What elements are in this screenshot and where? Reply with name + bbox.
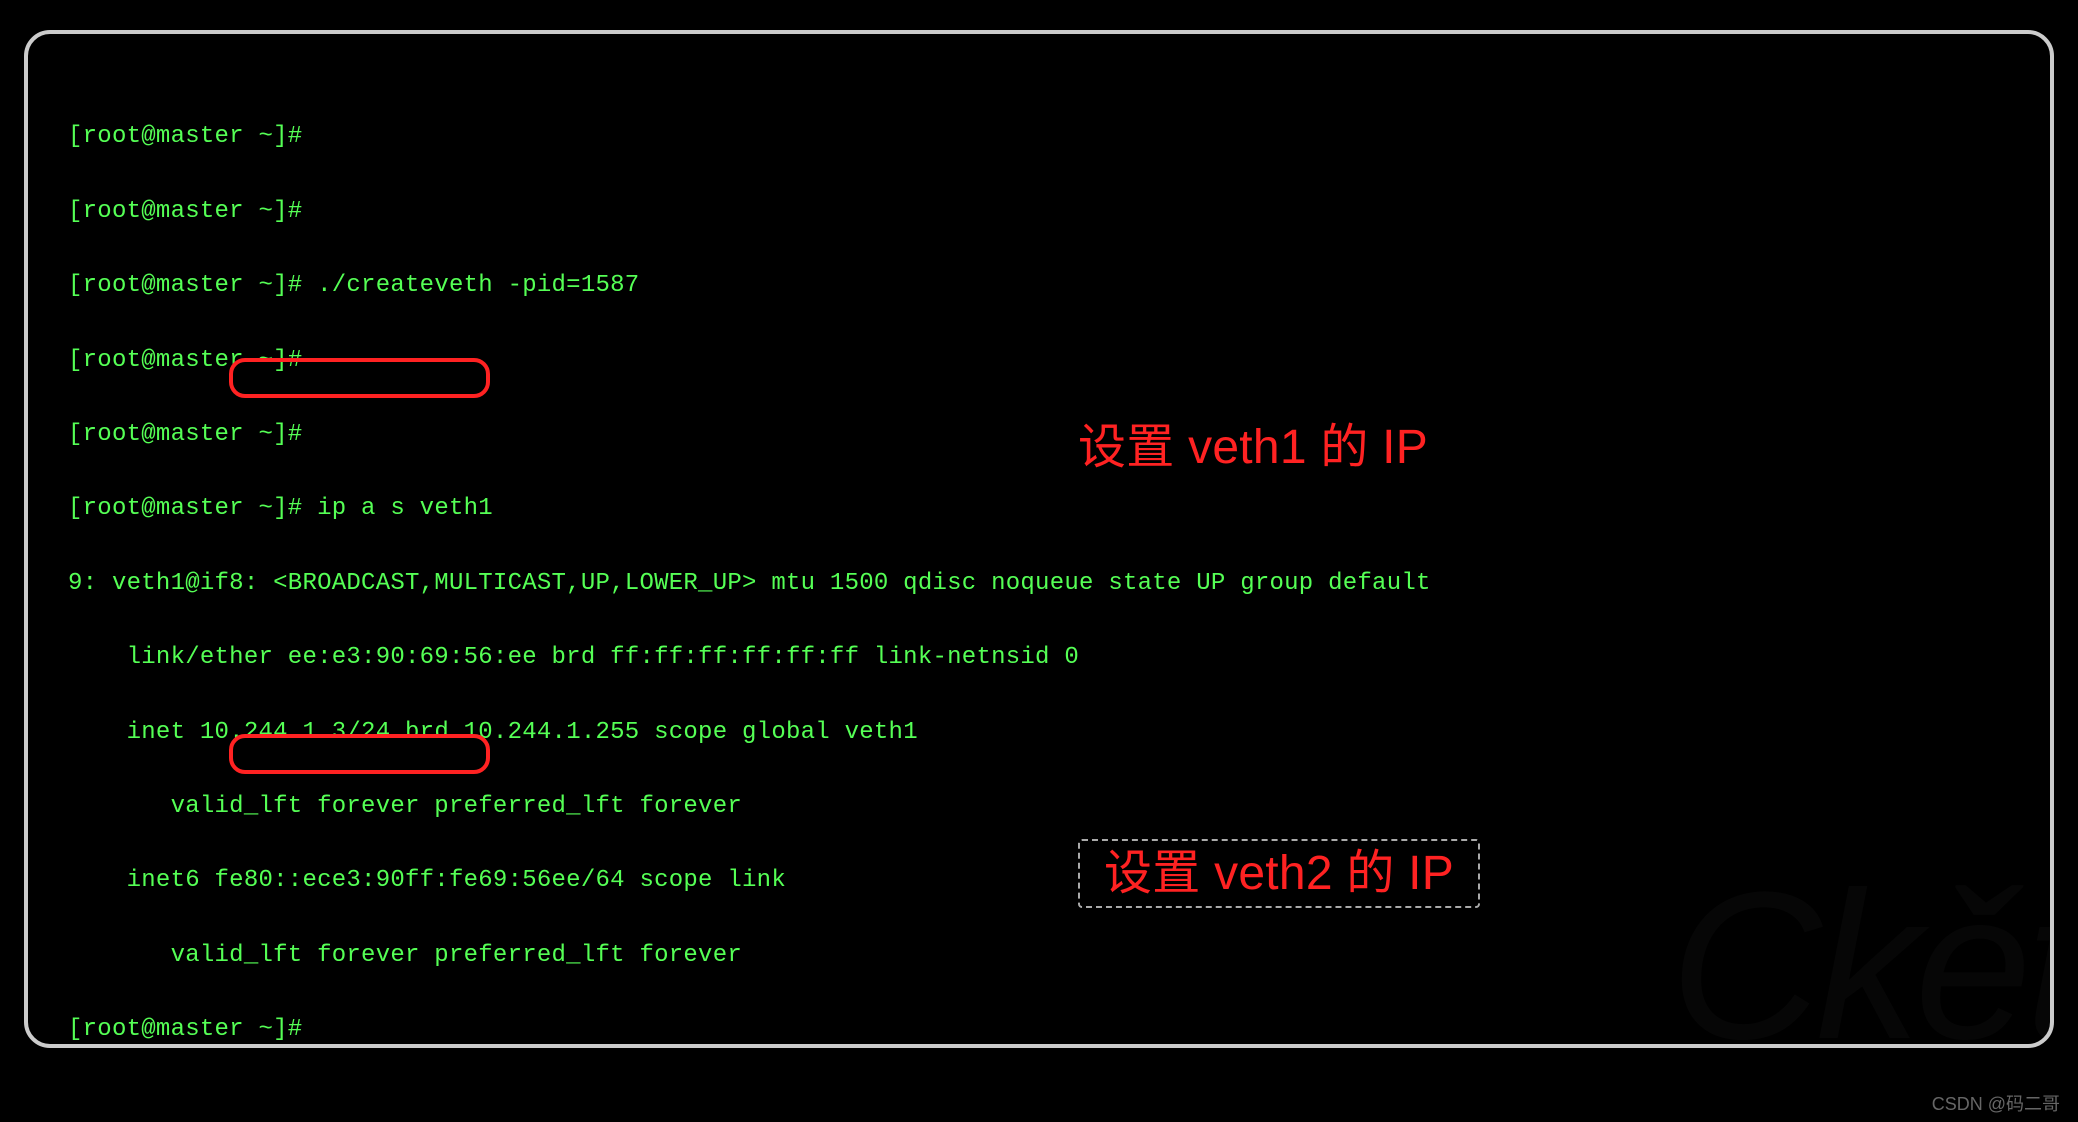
- prompt-line: [root@master ~]#: [68, 416, 2010, 453]
- veth1-ip: 10.244.1.3/24: [200, 719, 390, 746]
- prompt: [root@master ~]#: [68, 198, 302, 225]
- prompt-line: [root@master ~]#: [68, 342, 2010, 379]
- prompt: [root@master ~]#: [68, 123, 302, 150]
- output-text: brd 10.244.1.255 scope global veth1: [390, 719, 917, 746]
- prompt: [root@master ~]#: [68, 421, 302, 448]
- output-line: inet 10.244.1.3/24 brd 10.244.1.255 scop…: [68, 714, 2010, 751]
- command-line: [root@master ~]# ip a s veth1: [68, 490, 2010, 527]
- prompt: [root@master ~]#: [68, 347, 302, 374]
- output-line: valid_lft forever preferred_lft forever: [68, 788, 2010, 825]
- prompt: [root@master ~]#: [68, 1016, 302, 1043]
- prompt-line: [root@master ~]#: [68, 118, 2010, 155]
- prompt-line: [root@master ~]#: [68, 1011, 2010, 1048]
- output-text: inet: [68, 719, 200, 746]
- prompt: [root@master ~]#: [68, 272, 302, 299]
- terminal-window[interactable]: Ckět [root@master ~]# [root@master ~]# […: [24, 30, 2054, 1048]
- output-line: inet6 fe80::ece3:90ff:fe69:56ee/64 scope…: [68, 862, 2010, 899]
- output-line: link/ether ee:e3:90:69:56:ee brd ff:ff:f…: [68, 639, 2010, 676]
- command-text: ./createveth -pid=1587: [317, 272, 639, 299]
- output-line: valid_lft forever preferred_lft forever: [68, 937, 2010, 974]
- csdn-watermark: CSDN @码二哥: [1932, 1090, 2060, 1116]
- command-line: [root@master ~]# ./createveth -pid=1587: [68, 267, 2010, 304]
- output-line: 9: veth1@if8: <BROADCAST,MULTICAST,UP,LO…: [68, 565, 2010, 602]
- prompt: [root@master ~]#: [68, 495, 302, 522]
- command-text: ip a s veth1: [317, 495, 493, 522]
- prompt-line: [root@master ~]#: [68, 193, 2010, 230]
